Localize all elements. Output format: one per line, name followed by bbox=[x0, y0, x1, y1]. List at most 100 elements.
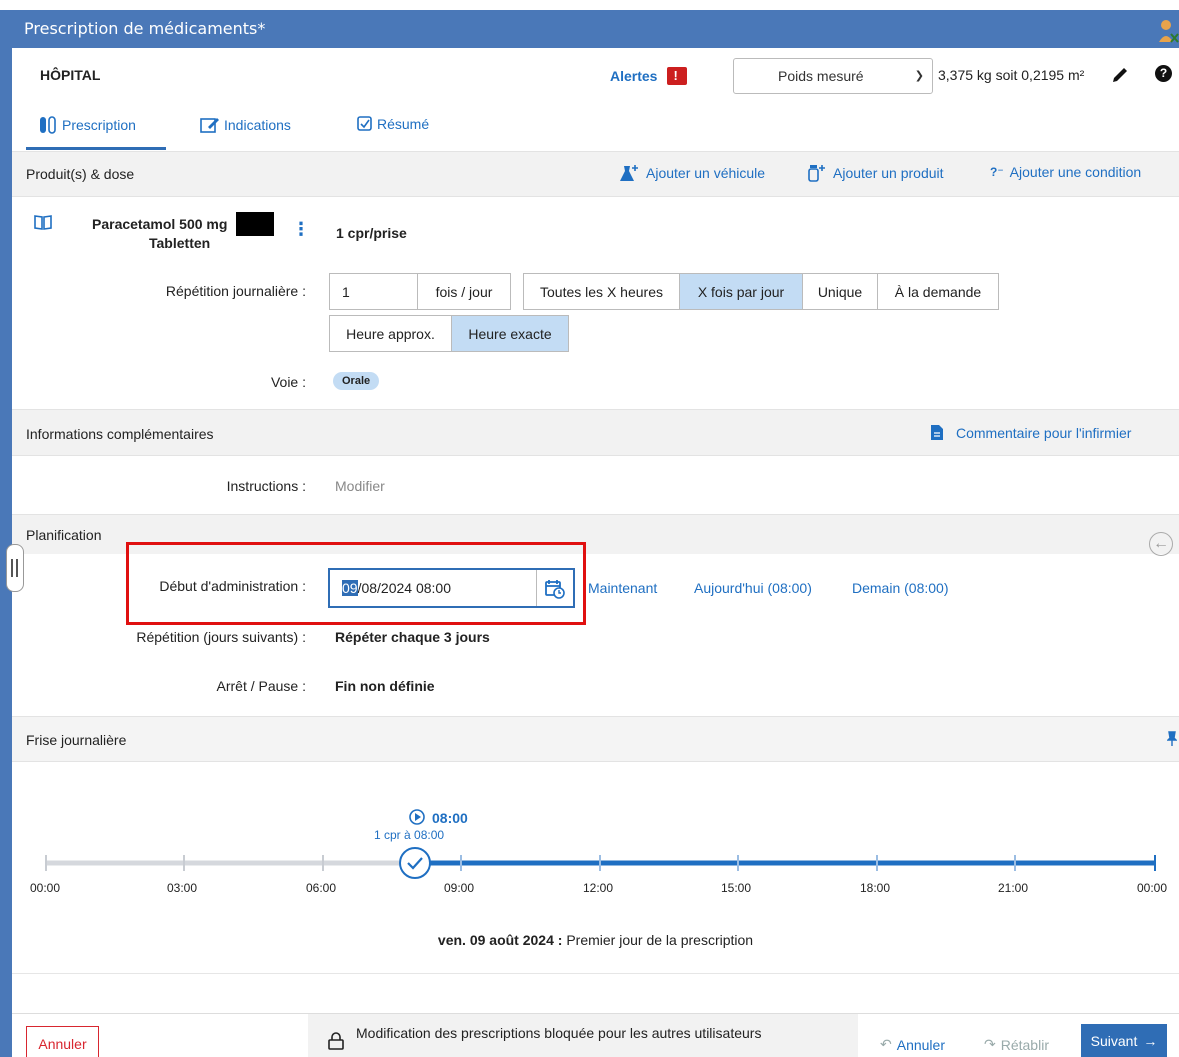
tick-label: 03:00 bbox=[167, 881, 198, 895]
left-rail bbox=[0, 10, 12, 1057]
title-bar: Prescription de médicaments* bbox=[12, 10, 1179, 48]
user-status-icon[interactable] bbox=[1157, 18, 1179, 44]
alerts-label: Alertes bbox=[610, 68, 658, 84]
back-arrow-icon[interactable]: ← bbox=[1149, 532, 1173, 556]
redo-icon: ↷ bbox=[984, 1036, 996, 1052]
lock-icon bbox=[328, 1032, 344, 1050]
daily-count-input[interactable]: 1 bbox=[329, 273, 418, 310]
timeline-caption: ven. 09 août 2024 : Premier jour de la p… bbox=[12, 932, 1179, 948]
add-condition-label: Ajouter une condition bbox=[1009, 164, 1142, 180]
add-condition-link[interactable]: ?⁻ Ajouter une condition bbox=[990, 164, 1141, 180]
tab-indications[interactable]: Indications bbox=[200, 116, 291, 134]
product-form: Tabletten bbox=[149, 235, 211, 251]
tick-label: 21:00 bbox=[998, 881, 1029, 895]
tab-summary-label: Résumé bbox=[377, 116, 430, 132]
daily-repetition-label: Répétition journalière : bbox=[165, 283, 306, 299]
tick-label: 18:00 bbox=[860, 881, 891, 895]
daily-strip-title: Frise journalière bbox=[26, 732, 127, 748]
option-approx-time[interactable]: Heure approx. bbox=[329, 315, 452, 352]
dose-value: 1 cpr/prise bbox=[336, 225, 407, 241]
check-square-icon bbox=[357, 116, 372, 131]
marker-time: 08:00 bbox=[432, 810, 468, 826]
kebab-menu-icon[interactable]: ⋮ bbox=[292, 220, 310, 238]
tab-summary[interactable]: Résumé bbox=[357, 116, 429, 132]
route-badge[interactable]: Orale bbox=[333, 372, 380, 390]
option-single[interactable]: Unique bbox=[802, 273, 878, 310]
weight-type-value: Poids mesuré bbox=[778, 68, 864, 84]
option-on-demand[interactable]: À la demande bbox=[877, 273, 999, 310]
pencil-icon[interactable] bbox=[1109, 64, 1131, 86]
bottle-plus-icon bbox=[808, 165, 825, 182]
dose-marker bbox=[399, 847, 431, 879]
tick-label: 09:00 bbox=[444, 881, 475, 895]
tomorrow-link[interactable]: Demain (08:00) bbox=[852, 580, 949, 596]
daily-strip-header: Frise journalière bbox=[12, 716, 1179, 762]
nurse-comment-label: Commentaire pour l'infirmier bbox=[956, 424, 1132, 441]
cancel-button[interactable]: Annuler bbox=[26, 1026, 99, 1057]
arrow-right-icon: → bbox=[1143, 1033, 1158, 1049]
add-product-link[interactable]: Ajouter un produit bbox=[807, 164, 944, 182]
route-label: Voie : bbox=[270, 374, 306, 390]
tab-prescription[interactable]: Prescription bbox=[38, 116, 136, 134]
repeat-value[interactable]: Répéter chaque 3 jours bbox=[335, 629, 490, 645]
repeat-label: Répétition (jours suivants) : bbox=[136, 629, 306, 645]
today-link[interactable]: Aujourd'hui (08:00) bbox=[694, 580, 812, 596]
undo-link[interactable]: ↶ Annuler bbox=[880, 1036, 945, 1053]
pin-icon[interactable] bbox=[1167, 731, 1177, 747]
alert-icon bbox=[667, 67, 688, 85]
option-every-x-hours[interactable]: Toutes les X heures bbox=[523, 273, 680, 310]
flask-plus-icon bbox=[620, 165, 638, 181]
nurse-comment-link[interactable]: Commentaire pour l'infirmier bbox=[930, 424, 1131, 441]
add-product-label: Ajouter un produit bbox=[833, 165, 944, 181]
timeline-note: Premier jour de la prescription bbox=[566, 932, 754, 948]
lock-message-text: Modification des prescriptions bloquée p… bbox=[356, 1025, 762, 1041]
add-vehicle-label: Ajouter un véhicule bbox=[646, 165, 766, 181]
tick-label: 06:00 bbox=[306, 881, 337, 895]
tick-label: 00:00 bbox=[1137, 881, 1168, 895]
info-section-title: Informations complémentaires bbox=[26, 426, 214, 442]
tab-indications-label: Indications bbox=[224, 117, 291, 133]
tick-label: 00:00 bbox=[30, 881, 61, 895]
weight-type-select[interactable]: Poids mesuré ❯ bbox=[733, 58, 933, 94]
edit-icon bbox=[200, 118, 219, 133]
footer-bar: Annuler Modification des prescriptions b… bbox=[12, 1013, 1179, 1057]
info-section-header: Informations complémentaires Commentaire… bbox=[12, 409, 1179, 456]
marker-caption: 1 cpr à 08:00 bbox=[374, 828, 445, 842]
stop-value[interactable]: Fin non définie bbox=[335, 678, 435, 694]
tab-bar: Prescription Indications Résumé bbox=[12, 100, 1179, 150]
question-icon: ?⁻ bbox=[990, 165, 1004, 179]
tab-prescription-label: Prescription bbox=[62, 117, 136, 133]
redo-link[interactable]: ↷ Rétablir bbox=[984, 1036, 1049, 1053]
hospital-name: HÔPITAL bbox=[40, 67, 101, 83]
undo-icon: ↶ bbox=[880, 1036, 892, 1052]
weight-value: 3,375 kg soit 0,2195 m² bbox=[938, 67, 1085, 83]
next-button[interactable]: Suivant → bbox=[1081, 1024, 1167, 1057]
tick-label: 15:00 bbox=[721, 881, 752, 895]
help-icon[interactable]: ? bbox=[1155, 65, 1172, 82]
header-bar: HÔPITAL Alertes Poids mesuré ❯ 3,375 kg … bbox=[12, 48, 1179, 100]
product-section-header: Produit(s) & dose Ajouter un véhicule Aj… bbox=[12, 151, 1179, 197]
timeline-date: ven. 09 août 2024 : bbox=[437, 932, 563, 948]
side-panel-toggle[interactable] bbox=[6, 544, 24, 592]
instructions-edit-link[interactable]: Modifier bbox=[335, 478, 385, 494]
instructions-label: Instructions : bbox=[226, 478, 306, 494]
next-label: Suivant bbox=[1090, 1033, 1138, 1049]
daily-unit-label: fois / jour bbox=[417, 273, 511, 310]
tick-label: 12:00 bbox=[583, 881, 614, 895]
now-link[interactable]: Maintenant bbox=[588, 580, 657, 596]
option-exact-time[interactable]: Heure exacte bbox=[451, 315, 569, 352]
active-tab-indicator bbox=[26, 147, 166, 150]
divider bbox=[12, 973, 1179, 974]
stop-label: Arrêt / Pause : bbox=[216, 678, 306, 694]
undo-label: Annuler bbox=[896, 1036, 945, 1053]
window-title: Prescription de médicaments* bbox=[24, 19, 266, 38]
alerts-link[interactable]: Alertes bbox=[610, 67, 688, 85]
product-section-title: Produit(s) & dose bbox=[26, 166, 135, 182]
daily-timeline bbox=[45, 809, 1156, 879]
document-icon bbox=[931, 425, 943, 440]
option-x-times-per-day[interactable]: X fois par jour bbox=[679, 273, 803, 310]
add-vehicle-link[interactable]: Ajouter un véhicule bbox=[620, 164, 765, 182]
lock-message: Modification des prescriptions bloquée p… bbox=[308, 1014, 858, 1057]
book-icon[interactable] bbox=[34, 214, 52, 230]
planning-section-title: Planification bbox=[26, 527, 102, 543]
